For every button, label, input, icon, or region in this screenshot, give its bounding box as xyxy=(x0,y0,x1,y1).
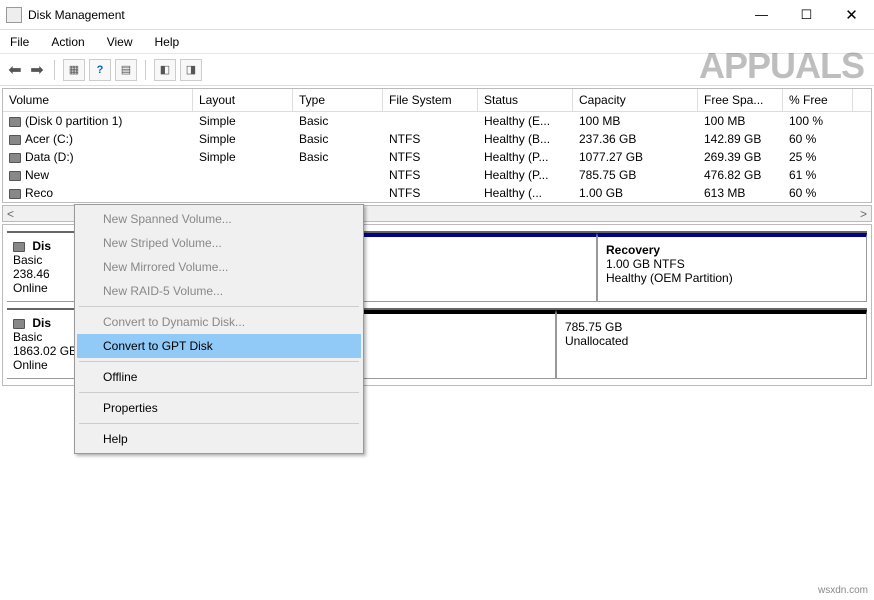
menu-new-raid5[interactable]: New RAID-5 Volume... xyxy=(77,279,361,303)
window-controls: — ☐ ✕ xyxy=(739,0,874,30)
col-free[interactable]: Free Spa... xyxy=(698,89,783,111)
disk-icon xyxy=(13,242,25,252)
separator xyxy=(79,361,359,362)
toolbar: ⬅ ➡ ▦ ? ▤ ◧ ◨ xyxy=(0,54,874,86)
disk-0-name: Dis xyxy=(32,239,51,253)
disk-1-state: Online xyxy=(13,358,48,372)
partition-name: Recovery xyxy=(606,243,858,257)
col-status[interactable]: Status xyxy=(478,89,573,111)
menubar: File Action View Help xyxy=(0,30,874,54)
volume-row[interactable]: Data (D:)SimpleBasicNTFSHealthy (P...107… xyxy=(3,148,871,166)
menu-properties[interactable]: Properties xyxy=(77,396,361,420)
maximize-button[interactable]: ☐ xyxy=(784,0,829,30)
separator xyxy=(54,60,55,80)
unalloc-size: 785.75 GB xyxy=(565,320,858,334)
menu-help[interactable]: Help xyxy=(151,33,184,51)
partition-status: Healthy (OEM Partition) xyxy=(606,271,858,285)
separator xyxy=(79,306,359,307)
toolbar-icon[interactable]: ◨ xyxy=(180,59,202,81)
source-watermark: wsxdn.com xyxy=(818,585,868,596)
menu-convert-gpt[interactable]: Convert to GPT Disk xyxy=(77,334,361,358)
col-filesystem[interactable]: File System xyxy=(383,89,478,111)
toolbar-icon[interactable]: ◧ xyxy=(154,59,176,81)
toolbar-icon[interactable]: ▤ xyxy=(115,59,137,81)
volume-row[interactable]: NewNTFSHealthy (P...785.75 GB476.82 GB61… xyxy=(3,166,871,184)
col-capacity[interactable]: Capacity xyxy=(573,89,698,111)
app-icon xyxy=(6,7,22,23)
menu-view[interactable]: View xyxy=(103,33,137,51)
unalloc-state: Unallocated xyxy=(565,334,858,348)
menu-convert-dynamic[interactable]: Convert to Dynamic Disk... xyxy=(77,310,361,334)
volume-row[interactable]: RecoNTFSHealthy (...1.00 GB613 MB60 % xyxy=(3,184,871,202)
volume-list: Volume Layout Type File System Status Ca… xyxy=(2,88,872,203)
scroll-right-icon[interactable]: > xyxy=(856,207,871,221)
separator xyxy=(145,60,146,80)
titlebar: Disk Management — ☐ ✕ xyxy=(0,0,874,30)
partition-recovery[interactable]: Recovery 1.00 GB NTFS Healthy (OEM Parti… xyxy=(597,233,867,302)
partition-info: 1.00 GB NTFS xyxy=(606,257,858,271)
minimize-button[interactable]: — xyxy=(739,0,784,30)
menu-new-spanned[interactable]: New Spanned Volume... xyxy=(77,207,361,231)
scroll-left-icon[interactable]: < xyxy=(3,207,18,221)
col-type[interactable]: Type xyxy=(293,89,383,111)
toolbar-icon[interactable]: ▦ xyxy=(63,59,85,81)
help-icon[interactable]: ? xyxy=(89,59,111,81)
separator xyxy=(79,423,359,424)
disk-0-type: Basic xyxy=(13,253,42,267)
disk-0-state: Online xyxy=(13,281,48,295)
menu-file[interactable]: File xyxy=(6,33,33,51)
disk-1-name: Dis xyxy=(32,316,51,330)
menu-new-mirrored[interactable]: New Mirrored Volume... xyxy=(77,255,361,279)
menu-offline[interactable]: Offline xyxy=(77,365,361,389)
volume-header-row: Volume Layout Type File System Status Ca… xyxy=(3,89,871,112)
volume-row[interactable]: (Disk 0 partition 1)SimpleBasicHealthy (… xyxy=(3,112,871,130)
menu-help[interactable]: Help xyxy=(77,427,361,451)
unallocated-2[interactable]: 785.75 GB Unallocated xyxy=(556,310,867,379)
separator xyxy=(79,392,359,393)
menu-action[interactable]: Action xyxy=(47,33,88,51)
disk-0-size: 238.46 xyxy=(13,267,50,281)
menu-new-striped[interactable]: New Striped Volume... xyxy=(77,231,361,255)
disk-1-type: Basic xyxy=(13,330,42,344)
volume-row[interactable]: Acer (C:)SimpleBasicNTFSHealthy (B...237… xyxy=(3,130,871,148)
forward-button[interactable]: ➡ xyxy=(28,59,46,81)
disk-icon xyxy=(13,319,25,329)
col-volume[interactable]: Volume xyxy=(3,89,193,111)
col-layout[interactable]: Layout xyxy=(193,89,293,111)
close-button[interactable]: ✕ xyxy=(829,0,874,30)
disk-1-size: 1863.02 GB xyxy=(13,344,77,358)
col-pctfree[interactable]: % Free xyxy=(783,89,853,111)
context-menu: New Spanned Volume... New Striped Volume… xyxy=(74,204,364,454)
back-button[interactable]: ⬅ xyxy=(6,59,24,81)
window-title: Disk Management xyxy=(28,8,739,22)
